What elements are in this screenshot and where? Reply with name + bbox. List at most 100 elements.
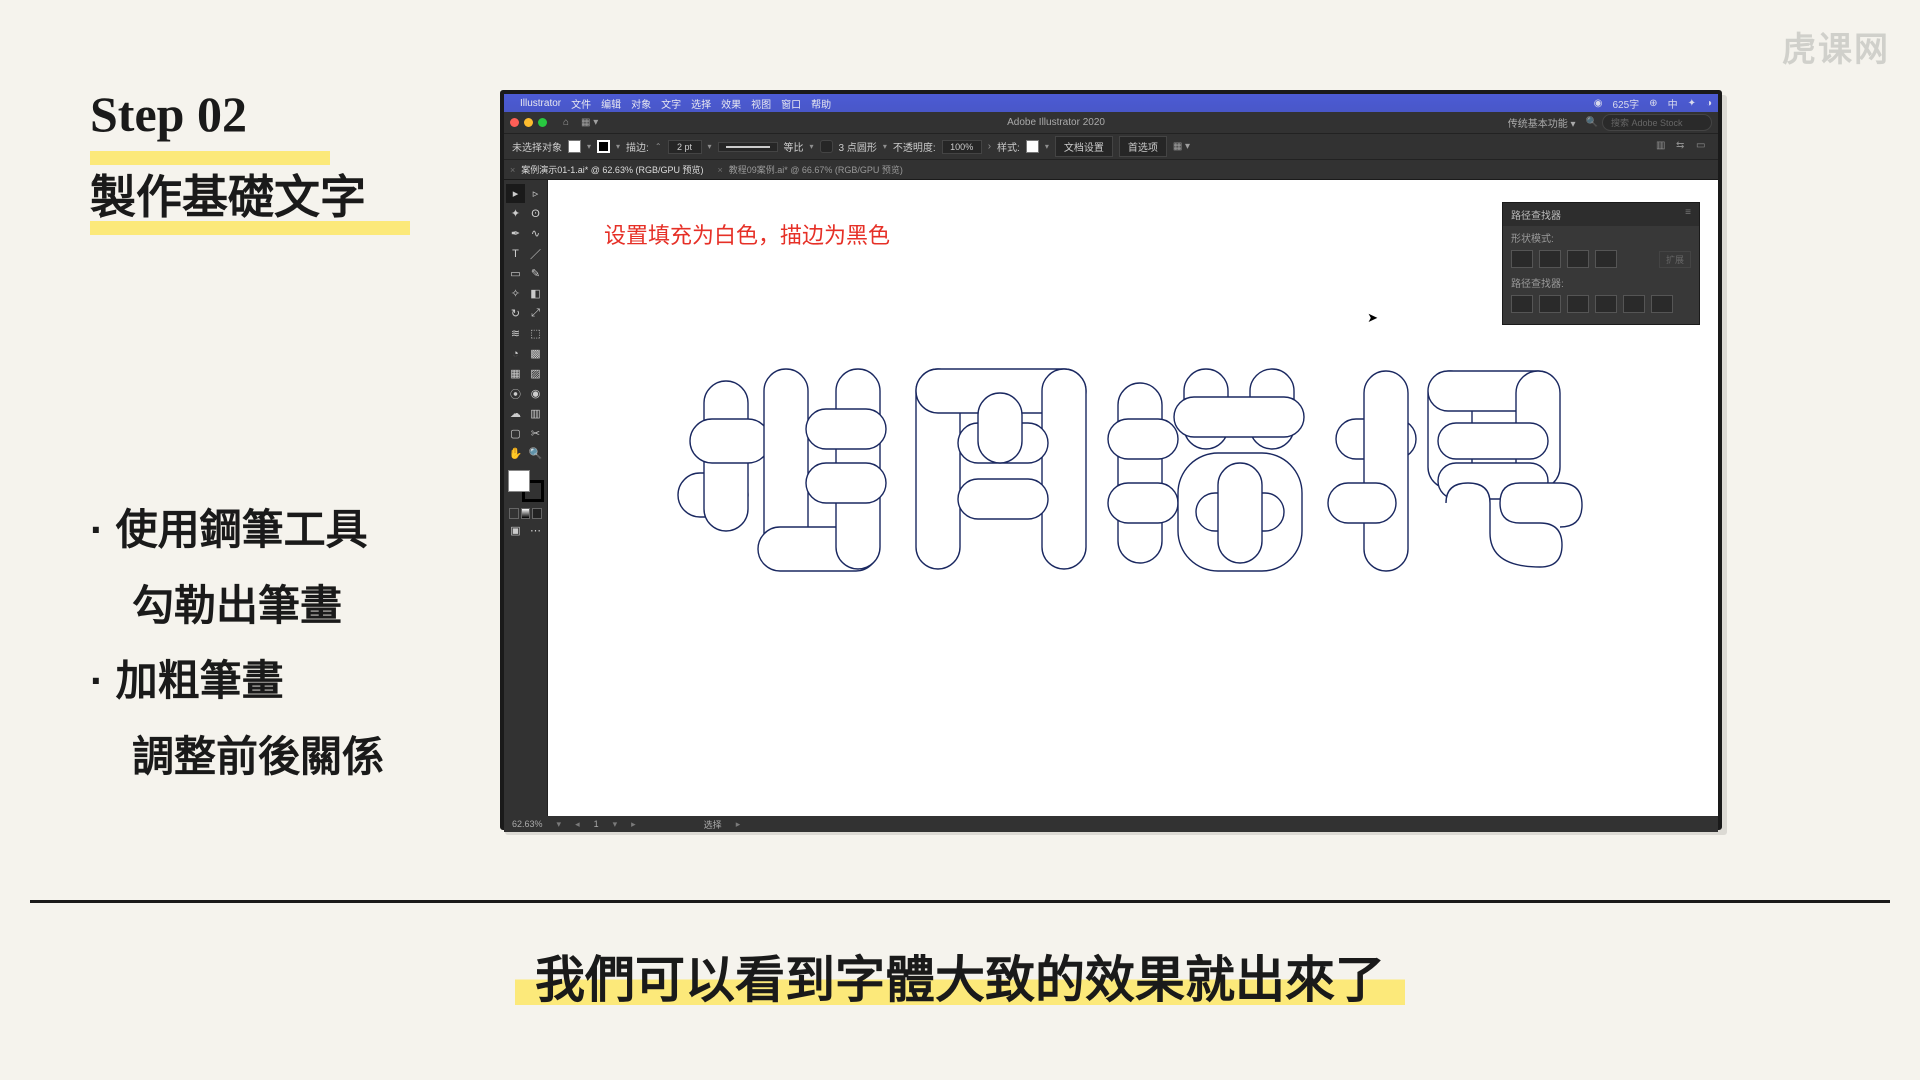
selection-tool[interactable]: ▸ (506, 184, 525, 203)
artboard-tool[interactable]: ▢ (506, 424, 525, 443)
menu-select[interactable]: 选择 (691, 96, 711, 111)
minus-front-button[interactable] (1539, 250, 1561, 268)
magic-wand-tool[interactable]: ✦ (506, 204, 525, 223)
perspective-tool[interactable]: ▩ (526, 344, 545, 363)
watermark: 虎课网 (1782, 22, 1890, 71)
menu-help[interactable]: 帮助 (811, 96, 831, 111)
crop-button[interactable] (1595, 295, 1617, 313)
style-swatch[interactable] (1026, 140, 1039, 153)
direct-select-tool[interactable]: ▹ (526, 184, 545, 203)
bullet-1: 使用鋼筆工具 (90, 492, 480, 568)
pen-tool[interactable]: ✒ (506, 224, 525, 243)
gradient-tool[interactable]: ▨ (526, 364, 545, 383)
caption-text: 我們可以看到字體大致的效果就出來了 (535, 952, 1385, 1008)
scale-tool[interactable]: ⤢ (526, 304, 545, 323)
unite-button[interactable] (1511, 250, 1533, 268)
blend-tool[interactable]: ◉ (526, 384, 545, 403)
tab-close-2[interactable]: × (717, 165, 722, 175)
outline-button[interactable] (1623, 295, 1645, 313)
menu-view[interactable]: 视图 (751, 96, 771, 111)
eraser-tool[interactable]: ◧ (526, 284, 545, 303)
divide-button[interactable] (1511, 295, 1533, 313)
eyedropper-tool[interactable]: ⦿ (506, 384, 525, 403)
menu-window[interactable]: 窗口 (781, 96, 801, 111)
stroke-profile[interactable] (718, 142, 778, 152)
panel-menu-icon[interactable]: ≡ (1685, 207, 1691, 222)
lasso-tool[interactable]: ʘ (526, 204, 545, 223)
close-button[interactable] (510, 118, 519, 127)
zoom-level[interactable]: 62.63% (512, 819, 543, 829)
opacity-input[interactable]: 100% (942, 140, 982, 154)
exclude-button[interactable] (1595, 250, 1617, 268)
status-icon[interactable]: ◑ (1706, 98, 1712, 109)
app-titlebar: ⌂ ▦ ▾ Adobe Illustrator 2020 传统基本功能 ▾ 🔍 … (504, 112, 1718, 134)
bullet-1b: 勾勒出筆畫 (90, 568, 480, 644)
edit-toolbar[interactable]: ⋯ (526, 521, 545, 540)
ctrl-icon-2[interactable]: ⇆ (1676, 140, 1690, 154)
menubar-app[interactable]: Illustrator (520, 98, 561, 109)
opacity-label: 不透明度: (893, 139, 936, 154)
no-selection-label: 未选择对象 (512, 139, 562, 154)
prefs-button[interactable]: 首选项 (1119, 136, 1167, 157)
fill-stroke-indicator[interactable] (508, 470, 544, 502)
merge-button[interactable] (1567, 295, 1589, 313)
slice-tool[interactable]: ✂ (526, 424, 545, 443)
mesh-tool[interactable]: ▦ (506, 364, 525, 383)
shape-builder-tool[interactable]: ◔ (506, 344, 525, 363)
type-tool[interactable]: T (506, 244, 525, 263)
home-icon[interactable]: ⌂ (563, 117, 569, 128)
minus-back-button[interactable] (1651, 295, 1673, 313)
rotate-tool[interactable]: ↻ (506, 304, 525, 323)
wechat-icon[interactable]: ✦ (1688, 98, 1696, 109)
intersect-button[interactable] (1567, 250, 1589, 268)
color-mode-row[interactable] (509, 508, 542, 519)
arrange-icon[interactable]: ▦ ▾ (581, 117, 598, 128)
free-transform-tool[interactable]: ⬚ (526, 324, 545, 343)
screen-mode-tool[interactable]: ▣ (506, 521, 525, 540)
brush-tool[interactable]: ✎ (526, 264, 545, 283)
pathfinder-title: 路径查找器 (1511, 207, 1561, 222)
trim-button[interactable] (1539, 295, 1561, 313)
workspace-dropdown[interactable]: 传统基本功能 ▾ (1508, 115, 1576, 130)
stroke-width-input[interactable]: 2 pt (668, 140, 702, 154)
search-input[interactable]: 搜索 Adobe Stock (1602, 114, 1712, 131)
mac-menubar[interactable]: Illustrator 文件 编辑 对象 文字 选择 效果 视图 窗口 帮助 ◉… (504, 94, 1718, 112)
wifi-icon[interactable]: ⊕ (1649, 98, 1657, 109)
doc-setup-button[interactable]: 文档设置 (1055, 136, 1113, 157)
corner-icon[interactable] (820, 140, 833, 153)
hand-tool[interactable]: ✋ (506, 444, 525, 463)
traffic-lights[interactable] (510, 118, 547, 127)
canvas[interactable]: 设置填充为白色，描边为黑色 ➤ (548, 180, 1718, 816)
menu-type[interactable]: 文字 (661, 96, 681, 111)
divider (30, 900, 1890, 903)
style-label: 样式: (997, 139, 1020, 154)
menu-edit[interactable]: 编辑 (601, 96, 621, 111)
width-tool[interactable]: ≋ (506, 324, 525, 343)
minimize-button[interactable] (524, 118, 533, 127)
ime-icon[interactable]: 中 (1668, 96, 1678, 111)
menu-file[interactable]: 文件 (571, 96, 591, 111)
graph-tool[interactable]: ▥ (526, 404, 545, 423)
tab-2[interactable]: 教程09案例.ai* @ 66.67% (RGB/GPU 预览) (729, 163, 903, 176)
line-tool[interactable]: ／ (526, 244, 545, 263)
align-icon[interactable]: ▦ ▾ (1173, 141, 1190, 152)
record-icon[interactable]: ◉ (1594, 98, 1603, 109)
zoom-button[interactable] (538, 118, 547, 127)
ctrl-icon-3[interactable]: ▭ (1696, 140, 1710, 154)
expand-button[interactable]: 扩展 (1659, 251, 1691, 268)
curvature-tool[interactable]: ∿ (526, 224, 545, 243)
fill-swatch[interactable] (568, 140, 581, 153)
corner-label: 3 点圆形 (839, 139, 877, 154)
tab-close-1[interactable]: × (510, 165, 515, 175)
tab-1[interactable]: 案例演示01-1.ai* @ 62.63% (RGB/GPU 预览) (521, 163, 703, 176)
symbol-tool[interactable]: ☁ (506, 404, 525, 423)
stroke-swatch[interactable] (597, 140, 610, 153)
menu-effect[interactable]: 效果 (721, 96, 741, 111)
ctrl-icon-1[interactable]: ▥ (1656, 140, 1670, 154)
artboard-nav[interactable]: 1 (594, 819, 599, 829)
pathfinder-panel[interactable]: 路径查找器≡ 形状模式: 扩展 路径查找器: (1502, 202, 1700, 325)
zoom-tool[interactable]: 🔍 (526, 444, 545, 463)
menu-object[interactable]: 对象 (631, 96, 651, 111)
rect-tool[interactable]: ▭ (506, 264, 525, 283)
shaper-tool[interactable]: ✧ (506, 284, 525, 303)
